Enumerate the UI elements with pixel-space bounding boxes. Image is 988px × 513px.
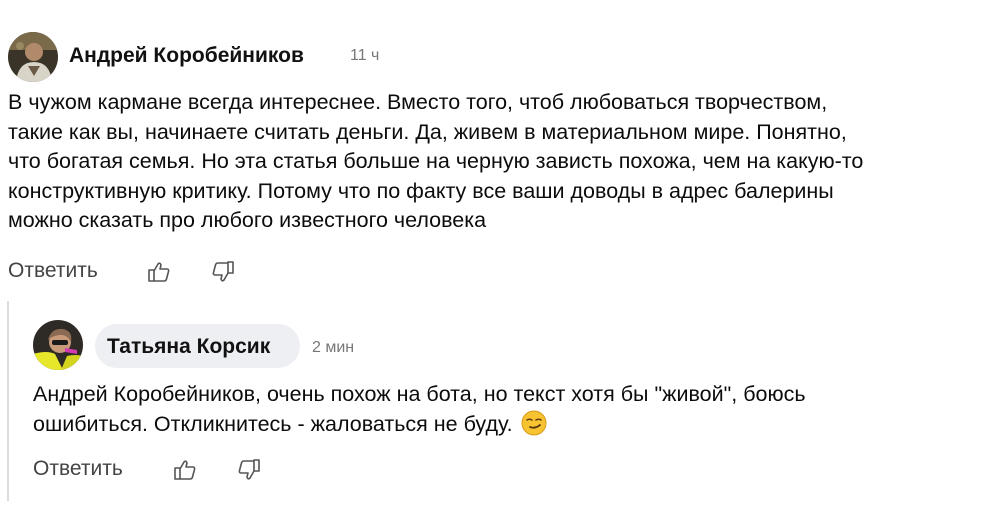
comment-text-segment: ошибиться. Откликнитесь - жаловаться не …: [33, 411, 513, 436]
comment-text-line: В чужом кармане всегда интереснее. Вмест…: [8, 90, 828, 114]
thumbs-down-icon[interactable]: [210, 259, 236, 290]
comment-text-line: ошибиться. Откликнитесь - жаловаться не …: [33, 410, 806, 445]
thumbs-down-icon[interactable]: [236, 457, 262, 488]
comments-section: Андрей Коробейников 11 ч В чужом кармане…: [0, 0, 988, 513]
comment-text: В чужом кармане всегда интереснее. Вмест…: [8, 88, 863, 236]
comment-actions: Ответить: [8, 259, 268, 287]
reply-button[interactable]: Ответить: [33, 457, 123, 481]
smirk-emoji-icon: [521, 410, 547, 445]
comment-text-line: можно сказать про любого известного чело…: [8, 208, 487, 232]
author-avatar[interactable]: [33, 320, 83, 370]
comment-text-line: конструктивную критику. Потому что по фа…: [8, 178, 834, 203]
comment-text-line: Андрей Коробейников, очень похож на бота…: [33, 382, 806, 406]
comment-time: 2 мин: [312, 339, 355, 356]
author-name[interactable]: Андрей Коробейников: [69, 44, 304, 68]
reply-button[interactable]: Ответить: [8, 259, 98, 283]
thread-line: [7, 301, 9, 501]
thumbs-up-icon[interactable]: [146, 259, 172, 290]
comment-text-line: такие как вы, начинаете считать деньги. …: [8, 119, 847, 144]
comment-text: Андрей Коробейников, очень похож на бота…: [33, 380, 806, 444]
author-name[interactable]: Татьяна Корсик: [107, 335, 270, 359]
author-avatar[interactable]: [8, 32, 58, 82]
comment-text-line: что богатая семья. Но эта статья больше …: [8, 149, 864, 173]
comment-actions: Ответить: [33, 457, 293, 485]
comment-time: 11 ч: [350, 47, 380, 64]
thumbs-up-icon[interactable]: [172, 457, 198, 488]
